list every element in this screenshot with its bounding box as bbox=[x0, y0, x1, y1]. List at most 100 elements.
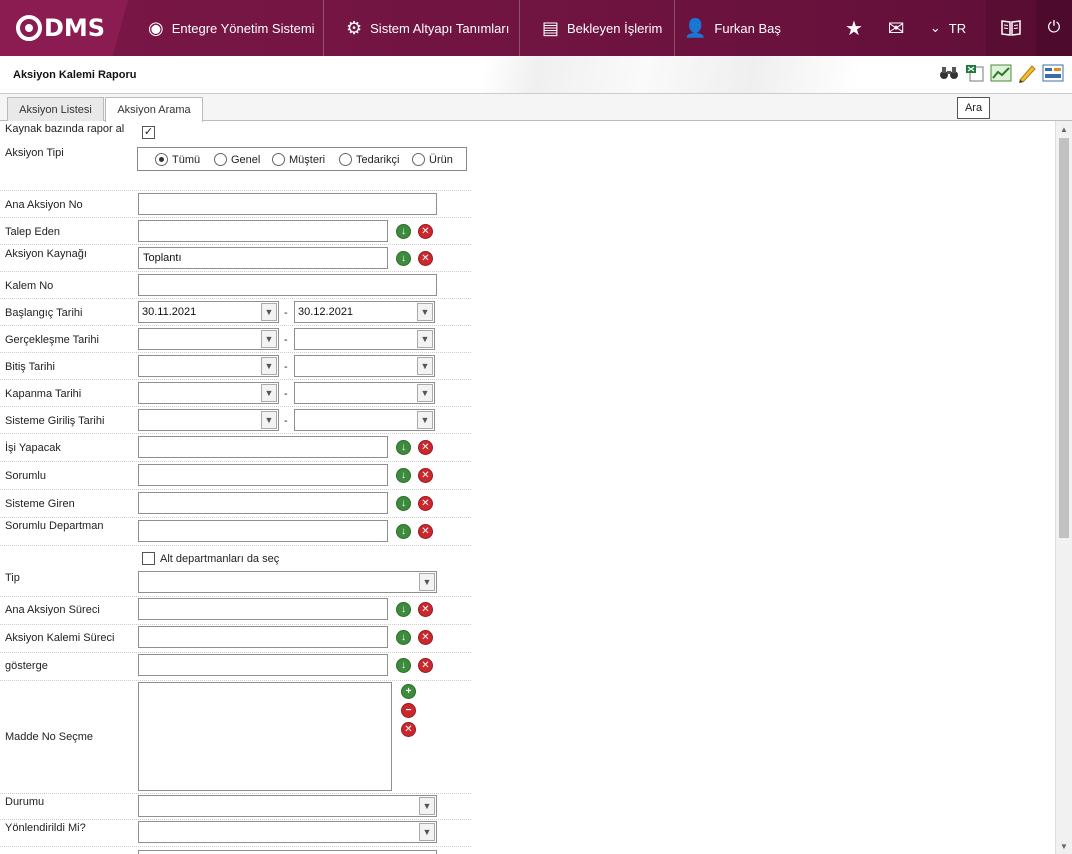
sorumlu-departman-input[interactable] bbox=[138, 520, 388, 542]
sisteme-giren-clear-icon[interactable]: ✕ bbox=[418, 496, 433, 511]
row-kapanma-tarihi: Kapanma Tarihi ▼ - ▼ bbox=[0, 380, 471, 407]
chevron-down-icon[interactable]: ▼ bbox=[419, 573, 435, 591]
aksiyon-kalemi-sureci-select-icon[interactable]: ↓ bbox=[396, 630, 411, 645]
kapanma-tarihi-to[interactable]: ▼ bbox=[294, 382, 435, 404]
sisteme-giris-tarihi-to[interactable]: ▼ bbox=[294, 409, 435, 431]
language-selector[interactable]: ⌄ TR bbox=[926, 0, 970, 56]
chevron-down-icon[interactable]: ▼ bbox=[417, 303, 433, 321]
chevron-down-icon[interactable]: ▼ bbox=[261, 384, 277, 402]
bitis-tarihi-from[interactable]: ▼ bbox=[138, 355, 279, 377]
chevron-down-icon[interactable]: ▼ bbox=[261, 357, 277, 375]
talep-eden-clear-icon[interactable]: ✕ bbox=[418, 224, 433, 239]
excel-export-icon[interactable] bbox=[964, 62, 986, 84]
isi-yapacak-select-icon[interactable]: ↓ bbox=[396, 440, 411, 455]
baslangic-tarihi-from[interactable]: 30.11.2021 ▼ bbox=[138, 301, 279, 323]
chevron-down-icon[interactable]: ▼ bbox=[419, 823, 435, 841]
madde-no-list[interactable] bbox=[138, 682, 392, 791]
pencil-edit-icon[interactable] bbox=[1016, 62, 1038, 84]
sisteme-giris-tarihi-from[interactable]: ▼ bbox=[138, 409, 279, 431]
chevron-down-icon[interactable]: ▼ bbox=[417, 411, 433, 429]
kaynak-bazinda-checkbox[interactable]: ✓ bbox=[142, 126, 155, 139]
search-binoculars-icon[interactable] bbox=[938, 62, 960, 84]
isi-yapacak-clear-icon[interactable]: ✕ bbox=[418, 440, 433, 455]
range-dash: - bbox=[284, 307, 288, 319]
aksiyon-kaynagi-select-icon[interactable]: ↓ bbox=[396, 251, 411, 266]
clipboard-icon: ▤ bbox=[542, 18, 560, 38]
vertical-scrollbar[interactable]: ▲ ▼ bbox=[1055, 121, 1072, 854]
page-title: Aksiyon Kalemi Raporu bbox=[13, 69, 137, 81]
help-book-icon[interactable] bbox=[986, 0, 1036, 56]
alt-departman-checkbox[interactable] bbox=[142, 552, 155, 565]
sorumlu-clear-icon[interactable]: ✕ bbox=[418, 468, 433, 483]
tip-select[interactable]: ▼ bbox=[138, 571, 437, 593]
layout-settings-icon[interactable] bbox=[1042, 62, 1064, 84]
sorumlu-input[interactable] bbox=[138, 464, 388, 486]
talep-eden-select-icon[interactable]: ↓ bbox=[396, 224, 411, 239]
sorumlu-departman-select-icon[interactable]: ↓ bbox=[396, 524, 411, 539]
chart-report-icon[interactable] bbox=[990, 62, 1012, 84]
chevron-down-icon[interactable]: ▼ bbox=[417, 357, 433, 375]
madde-add-icon[interactable]: + bbox=[401, 684, 416, 699]
gosterge-input[interactable] bbox=[138, 654, 388, 676]
chevron-down-icon[interactable]: ▼ bbox=[419, 797, 435, 815]
gosterge-select-icon[interactable]: ↓ bbox=[396, 658, 411, 673]
sorumlu-departman-clear-icon[interactable]: ✕ bbox=[418, 524, 433, 539]
row-sisteme-giren: Sisteme Giren ↓ ✕ bbox=[0, 490, 471, 518]
favorites-star-icon[interactable]: ★ bbox=[843, 0, 865, 56]
aksiyon-kalemi-sureci-input[interactable] bbox=[138, 626, 388, 648]
ana-aksiyon-sureci-input[interactable] bbox=[138, 598, 388, 620]
mail-icon[interactable]: ✉ bbox=[884, 0, 908, 56]
ana-aksiyon-sureci-clear-icon[interactable]: ✕ bbox=[418, 602, 433, 617]
radio-tumu[interactable]: Tümü bbox=[155, 153, 200, 166]
chevron-down-icon[interactable]: ▼ bbox=[417, 330, 433, 348]
sisteme-giren-select-icon[interactable]: ↓ bbox=[396, 496, 411, 511]
kapanma-tarihi-from[interactable]: ▼ bbox=[138, 382, 279, 404]
kalem-no-label: Kalem No bbox=[5, 280, 54, 292]
gerceklesme-tarihi-to[interactable]: ▼ bbox=[294, 328, 435, 350]
chevron-down-icon[interactable]: ▼ bbox=[261, 303, 277, 321]
nav-label: Sistem Altyapı Tanımları bbox=[370, 20, 510, 36]
sorumlu-select-icon[interactable]: ↓ bbox=[396, 468, 411, 483]
chevron-down-icon[interactable]: ▼ bbox=[261, 330, 277, 348]
durumu-select[interactable]: ▼ bbox=[138, 795, 437, 817]
aksiyon-kalemi-sureci-clear-icon[interactable]: ✕ bbox=[418, 630, 433, 645]
scroll-thumb[interactable] bbox=[1059, 138, 1069, 538]
gosterge-clear-icon[interactable]: ✕ bbox=[418, 658, 433, 673]
power-logout-icon[interactable]: ⏻ bbox=[1036, 0, 1072, 56]
sisteme-giren-input[interactable] bbox=[138, 492, 388, 514]
gear-icon: ⚙ bbox=[346, 18, 363, 38]
chevron-down-icon[interactable]: ▼ bbox=[261, 411, 277, 429]
baslangic-tarihi-to[interactable]: 30.12.2021 ▼ bbox=[294, 301, 435, 323]
search-tooltip: Ara bbox=[957, 97, 990, 119]
radio-tedarikci[interactable]: Tedarikçi bbox=[339, 153, 399, 166]
ana-aksiyon-sureci-select-icon[interactable]: ↓ bbox=[396, 602, 411, 617]
tab-aksiyon-listesi[interactable]: Aksiyon Listesi bbox=[7, 97, 104, 121]
yonlendirildi-mi-select[interactable]: ▼ bbox=[138, 821, 437, 843]
kalem-no-input[interactable] bbox=[138, 274, 437, 296]
qdms-logo[interactable]: DMS bbox=[0, 0, 128, 56]
next-field-partial[interactable] bbox=[138, 850, 437, 854]
radio-musteri[interactable]: Müşteri bbox=[272, 153, 325, 166]
tab-aksiyon-arama[interactable]: Aksiyon Arama bbox=[105, 97, 203, 122]
nav-sistem-altyapi-tanimlari[interactable]: ⚙ Sistem Altyapı Tanımları bbox=[346, 0, 509, 56]
nav-bekleyen-islerim[interactable]: ▤ Bekleyen İşlerim bbox=[542, 0, 662, 56]
scroll-down-arrow-icon[interactable]: ▼ bbox=[1056, 838, 1072, 854]
madde-remove-icon[interactable]: − bbox=[401, 703, 416, 718]
scroll-up-arrow-icon[interactable]: ▲ bbox=[1056, 121, 1072, 137]
chevron-down-icon[interactable]: ▼ bbox=[417, 384, 433, 402]
aksiyon-kaynagi-clear-icon[interactable]: ✕ bbox=[418, 251, 433, 266]
yonlendirildi-mi-label: Yönlendirildi Mi? bbox=[5, 822, 86, 834]
isi-yapacak-input[interactable] bbox=[138, 436, 388, 458]
nav-entegre-yonetim-sistemi[interactable]: ◉ Entegre Yönetim Sistemi bbox=[148, 0, 315, 56]
logo-text: DMS bbox=[44, 14, 106, 42]
radio-genel[interactable]: Genel bbox=[214, 153, 260, 166]
ana-aksiyon-no-input[interactable] bbox=[138, 193, 437, 215]
madde-clear-icon[interactable]: ✕ bbox=[401, 722, 416, 737]
bitis-tarihi-to[interactable]: ▼ bbox=[294, 355, 435, 377]
nav-user-profile[interactable]: 👤 Furkan Baş bbox=[684, 0, 781, 56]
radio-urun[interactable]: Ürün bbox=[412, 153, 453, 166]
aksiyon-kaynagi-input[interactable]: Toplantı bbox=[138, 247, 388, 269]
talep-eden-input[interactable] bbox=[138, 220, 388, 242]
radio-unselected-icon bbox=[339, 153, 352, 166]
gerceklesme-tarihi-from[interactable]: ▼ bbox=[138, 328, 279, 350]
